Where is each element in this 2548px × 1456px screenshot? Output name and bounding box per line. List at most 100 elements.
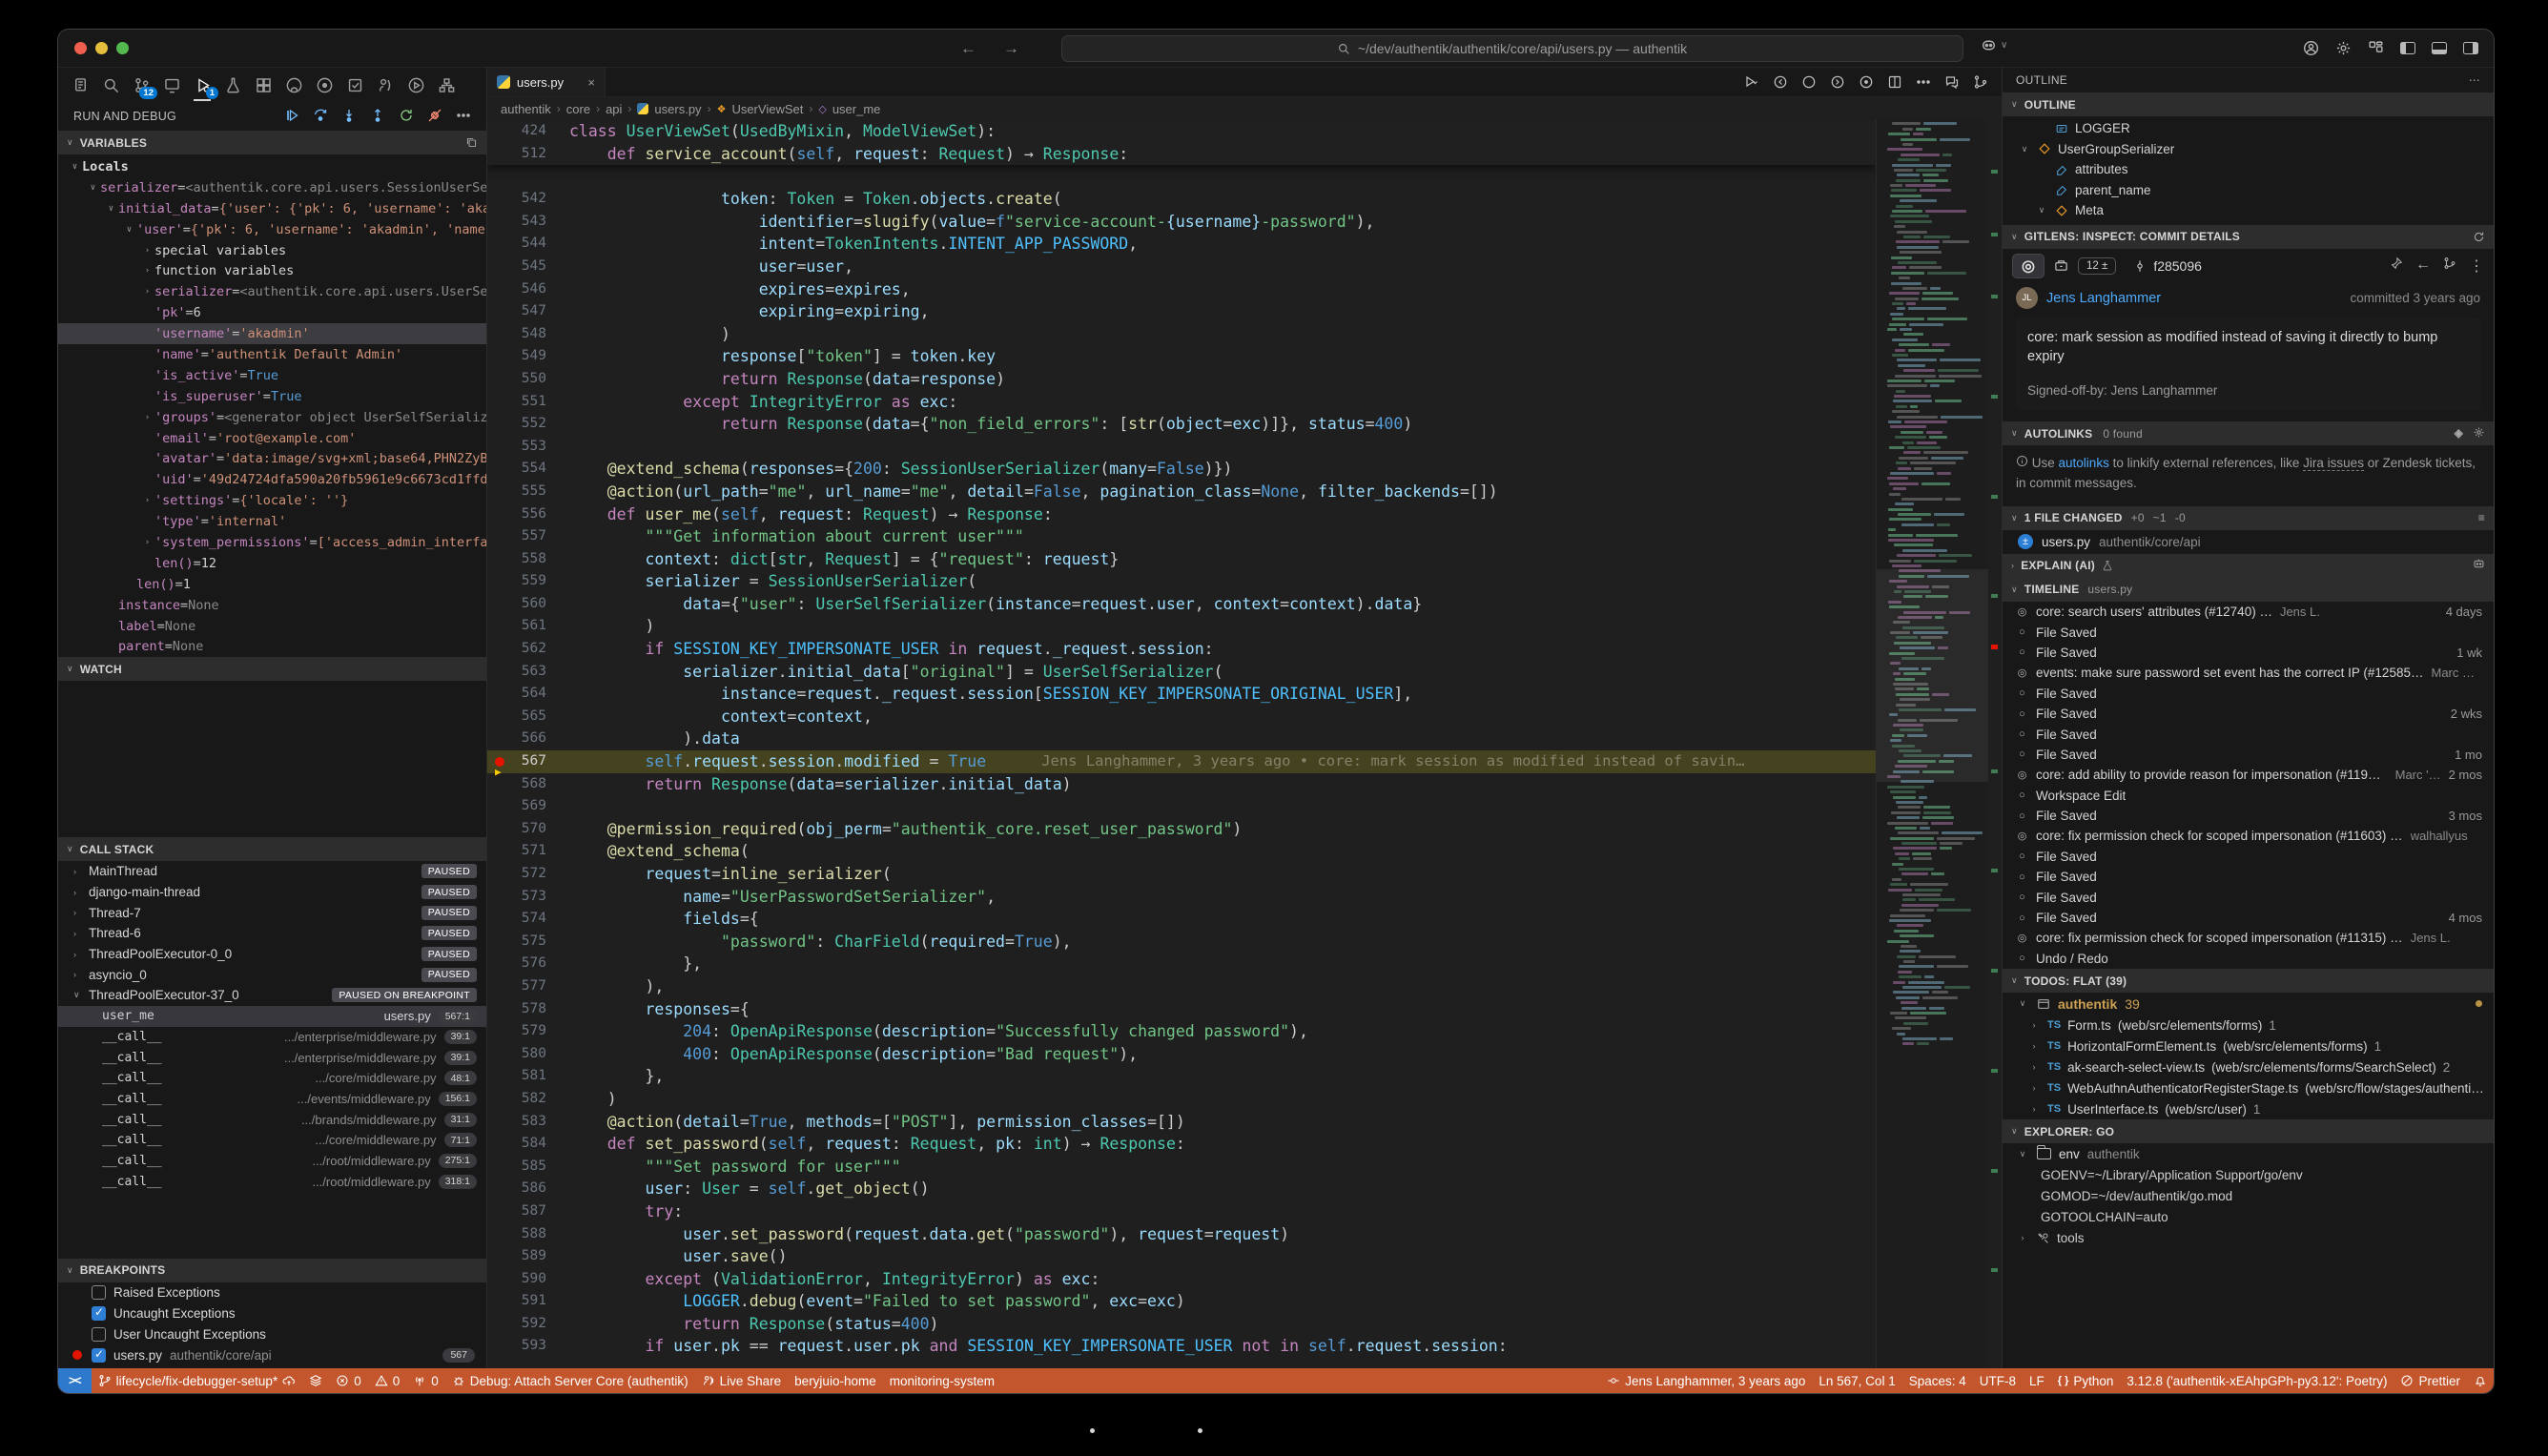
- variable-row[interactable]: 'type' = 'internal': [58, 511, 486, 532]
- callstack-thread[interactable]: ›MainThreadPAUSED: [58, 861, 486, 882]
- code-line[interactable]: 555 @action(url_path="me", url_name="me"…: [487, 481, 1876, 503]
- overview-ruler[interactable]: [1988, 120, 2002, 1368]
- callstack-frame[interactable]: __call__.../enterprise/middleware.py39:1: [58, 1047, 486, 1068]
- minimap-slider[interactable]: [1877, 569, 1988, 782]
- code-line[interactable]: 556 def user_me(self, request: Request) …: [487, 503, 1876, 526]
- code-line[interactable]: 553: [487, 436, 1876, 459]
- disconnect-icon[interactable]: [427, 108, 442, 126]
- symbol-tree-icon[interactable]: [1973, 74, 1988, 90]
- code-line[interactable]: 564 instance=request._request.session[SE…: [487, 683, 1876, 706]
- variable-row[interactable]: 'email' = 'root@example.com': [58, 428, 486, 449]
- minimap[interactable]: [1876, 120, 1988, 1368]
- callstack-thread[interactable]: ›asyncio_0PAUSED: [58, 964, 486, 985]
- graph-icon[interactable]: [2443, 256, 2456, 276]
- code-line[interactable]: 580 400: OpenApiResponse(description="Ba…: [487, 1043, 1876, 1066]
- copy-icon[interactable]: [465, 136, 478, 149]
- callstack-thread[interactable]: ›Thread-6PAUSED: [58, 923, 486, 944]
- callstack-frame[interactable]: __call__.../core/middleware.py71:1: [58, 1130, 486, 1151]
- remote-indicator[interactable]: ><: [58, 1368, 92, 1393]
- kebab-icon[interactable]: ⋮: [2469, 256, 2484, 276]
- testing-icon[interactable]: [222, 74, 243, 95]
- add-autolink-icon[interactable]: ◈: [2455, 426, 2463, 441]
- status-item[interactable]: [302, 1368, 329, 1393]
- editor-more-icon[interactable]: [1916, 74, 1931, 90]
- code-line[interactable]: 582 ): [487, 1088, 1876, 1111]
- breadcrumb-item[interactable]: users.py: [654, 102, 701, 116]
- breakpoint-item[interactable]: User Uncaught Exceptions: [58, 1323, 486, 1344]
- code-line[interactable]: 563 serializer.initial_data["original"] …: [487, 661, 1876, 684]
- breakpoint-checkbox[interactable]: [92, 1285, 106, 1300]
- variable-row[interactable]: 'uid' = '49d24724dfa590a20fb5961e9c6673c…: [58, 469, 486, 490]
- callstack-frame[interactable]: __call__.../brands/middleware.py31:1: [58, 1109, 486, 1130]
- toggle-secondary-sidebar-icon[interactable]: [2463, 42, 2478, 54]
- explain-run-icon[interactable]: [2473, 558, 2485, 573]
- todo-item[interactable]: ›TSForm.ts (web/src/elements/forms)1: [2003, 1015, 2494, 1036]
- minimize-window-button[interactable]: [95, 42, 108, 54]
- timeline-item[interactable]: ○File Saved1 mo: [2003, 745, 2494, 765]
- todo-item[interactable]: ›TSak-search-select-view.ts (web/src/ele…: [2003, 1056, 2494, 1077]
- code-line[interactable]: 583 @action(detail=True, methods=["POST"…: [487, 1111, 1876, 1134]
- variable-row[interactable]: 'pk' = 6: [58, 302, 486, 323]
- files-changed-header[interactable]: ∨1 FILE CHANGED +0 ~1 -0 ≡: [2003, 506, 2494, 530]
- code-line[interactable]: 587 try:: [487, 1200, 1876, 1223]
- changed-file-row[interactable]: ± users.py authentik/core/api: [2003, 530, 2494, 554]
- run-debug-icon[interactable]: 1: [192, 74, 213, 95]
- code-line[interactable]: 576 },: [487, 953, 1876, 975]
- live-share-icon[interactable]: [375, 74, 396, 95]
- continue-icon[interactable]: [284, 108, 299, 126]
- variable-row[interactable]: len() = 12: [58, 553, 486, 574]
- status-item-debug-attach-server-core[interactable]: Debug: Attach Server Core (authentik): [445, 1368, 695, 1393]
- variable-row[interactable]: label = None: [58, 616, 486, 637]
- code-line[interactable]: 590 except (ValidationError, IntegrityEr…: [487, 1268, 1876, 1291]
- code-line[interactable]: 588 user.set_password(request.data.get("…: [487, 1223, 1876, 1246]
- commit-author-row[interactable]: JL Jens Langhammer committed 3 years ago: [2003, 283, 2494, 314]
- timeline-item[interactable]: ◎core: add ability to provide reason for…: [2003, 765, 2494, 785]
- status-item-monitoring-system[interactable]: monitoring-system: [883, 1368, 1001, 1393]
- callstack-frame[interactable]: user_meusers.py567:1: [58, 1006, 486, 1027]
- code-line[interactable]: 578 responses={: [487, 998, 1876, 1021]
- variable-row[interactable]: 'username' = 'akadmin': [58, 323, 486, 344]
- code-line[interactable]: 574 fields={: [487, 908, 1876, 931]
- callstack-frame[interactable]: __call__.../root/middleware.py318:1: [58, 1171, 486, 1192]
- breakpoint-item[interactable]: Uncaught Exceptions: [58, 1303, 486, 1324]
- todo-item[interactable]: ›TSHorizontalFormElement.ts (web/src/ele…: [2003, 1036, 2494, 1056]
- callstack-frame[interactable]: __call__.../root/middleware.py275:1: [58, 1151, 486, 1172]
- breadcrumb-item[interactable]: user_me: [832, 102, 881, 116]
- code-line[interactable]: 557 """Get information about current use…: [487, 525, 1876, 548]
- nav-back-icon[interactable]: ←: [960, 39, 976, 58]
- timeline-item[interactable]: ◎events: make sure password set event ha…: [2003, 663, 2494, 683]
- status-item-beryjuio-home[interactable]: beryjuio-home: [788, 1368, 883, 1393]
- variable-row[interactable]: 'is_superuser' = True: [58, 386, 486, 407]
- stash-icon[interactable]: [2054, 258, 2068, 273]
- variable-row[interactable]: len() = 1: [58, 574, 486, 595]
- code-line[interactable]: 575 "password": CharField(required=True)…: [487, 931, 1876, 954]
- variable-row[interactable]: ∨serializer = <authentik.core.api.users.…: [58, 177, 486, 198]
- env-var[interactable]: GOMOD=~/dev/authentik/go.mod: [2003, 1185, 2494, 1206]
- breadcrumb-item[interactable]: api: [606, 102, 622, 116]
- code-line[interactable]: 570 @permission_required(obj_perm="authe…: [487, 818, 1876, 841]
- code-line[interactable]: 585 """Set password for user""": [487, 1156, 1876, 1179]
- variable-row[interactable]: ›'system_permissions' = ['access_admin_i…: [58, 532, 486, 553]
- timeline-item[interactable]: ○File Saved3 mos: [2003, 806, 2494, 826]
- code-line[interactable]: ▶567 self.request.session.modified = Tru…: [487, 750, 1876, 773]
- callstack-thread[interactable]: ›ThreadPoolExecutor-0_0PAUSED: [58, 944, 486, 965]
- close-tab-icon[interactable]: ×: [587, 75, 595, 90]
- step-out-icon[interactable]: [370, 108, 385, 126]
- step-over-icon[interactable]: [313, 108, 328, 126]
- callstack-frame[interactable]: __call__.../enterprise/middleware.py39:1: [58, 1027, 486, 1048]
- autolink-settings-icon[interactable]: [2473, 426, 2485, 441]
- code-line[interactable]: 572 request=inline_serializer(: [487, 863, 1876, 886]
- timeline-item[interactable]: ○Undo / Redo: [2003, 949, 2494, 969]
- env-var[interactable]: GOENV=~/Library/Application Support/go/e…: [2003, 1164, 2494, 1185]
- code-line[interactable]: 546 expires=expires,: [487, 278, 1876, 301]
- code-line[interactable]: 571 @extend_schema(: [487, 840, 1876, 863]
- autolinks-link[interactable]: autolinks: [2059, 456, 2109, 470]
- code-line[interactable]: 542 token: Token = Token.objects.create(: [487, 188, 1876, 211]
- code-line[interactable]: 554 @extend_schema(responses={200: Sessi…: [487, 458, 1876, 481]
- run-menu-icon[interactable]: [1744, 74, 1759, 90]
- variable-row[interactable]: ›'settings' = {'locale': ''}: [58, 490, 486, 511]
- todo-item[interactable]: ›TSUserInterface.ts (web/src/user)1: [2003, 1098, 2494, 1119]
- variable-row[interactable]: 'is_active' = True: [58, 365, 486, 386]
- code-line[interactable]: 592 return Response(status=400): [487, 1313, 1876, 1336]
- timeline-item[interactable]: ○Workspace Edit: [2003, 785, 2494, 805]
